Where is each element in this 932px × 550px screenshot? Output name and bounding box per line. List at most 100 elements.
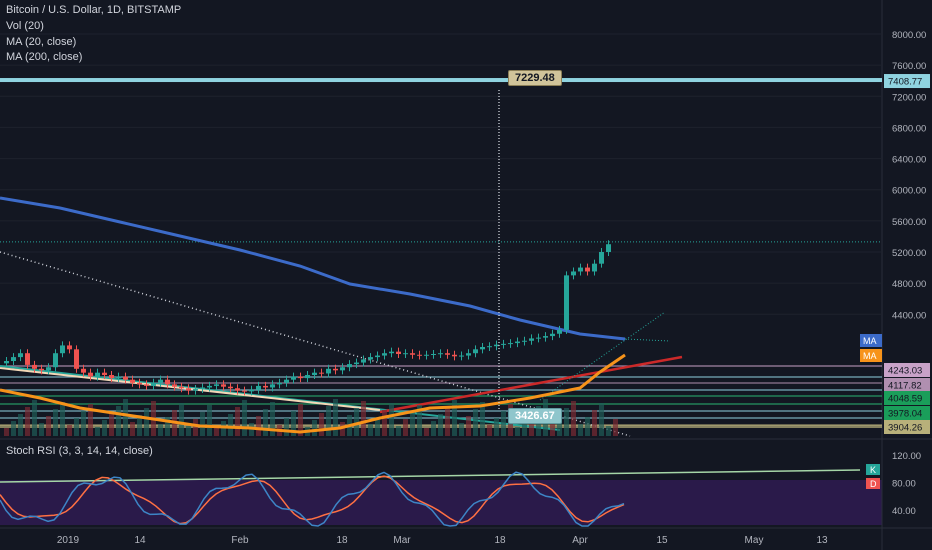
candle [445,353,450,355]
volume-bar [214,428,219,436]
callout-top: 7229.48 [508,70,562,86]
candle [200,387,205,390]
candle [151,382,156,386]
candle [144,384,149,386]
resistance-line [0,78,882,83]
candle [221,384,226,387]
volume-bar [494,418,499,436]
candle [74,349,79,369]
candle [382,353,387,356]
candle [564,275,569,330]
rsi-tick-label: 80.00 [892,479,916,490]
candle [130,379,135,383]
candle [319,372,324,374]
volume-bar [179,403,184,436]
volume-bar [466,416,471,436]
volume-bar [361,401,366,436]
volume-bar [319,413,324,436]
volume-bar [186,426,191,436]
volume-bar [326,406,331,436]
volume-bar [515,427,520,436]
volume-bar [32,400,37,436]
volume-bar [46,416,51,436]
y-tick-label: 8000.00 [892,30,926,41]
candle [522,340,527,342]
candle [137,382,142,385]
candle [277,382,282,385]
price-chart[interactable]: 8000.00 7600.00 7200.00 6800.00 6400.00 6000.… [0,0,932,550]
candle [424,354,429,356]
candle [543,336,548,338]
x-tick-label: 14 [134,535,146,546]
candle [431,353,436,355]
candle [109,375,114,379]
candle [557,329,562,334]
volume-bar [368,424,373,436]
candle [235,388,240,391]
volume-bar [403,419,408,436]
volume-bar [438,414,443,436]
candle [459,355,464,357]
candle [403,353,408,355]
chart-background [0,0,932,550]
candle [249,389,254,392]
y-tick-label: 4800.00 [892,279,926,290]
volume-bar [550,422,555,436]
volume-bar [571,401,576,436]
candle [186,388,191,391]
rsi-tag-label: K [870,465,876,475]
rsi-tick-label: 40.00 [892,506,916,517]
y-tick-label: 6000.00 [892,186,926,197]
candle [193,389,198,391]
candle [11,357,16,361]
candle [375,355,380,358]
volume-bar [263,409,268,436]
volume-bar [60,402,65,436]
candle [95,372,100,377]
volume-bar [158,424,163,436]
candle [305,375,310,379]
y-tick-label: 5200.00 [892,248,926,259]
candle [452,354,457,357]
candle [46,367,51,371]
y-tick-label: 6400.00 [892,155,926,166]
candle [81,368,86,373]
price-label-text: 4243.03 [888,366,922,377]
volume-bar [116,406,121,436]
candle [592,263,597,272]
candle [39,368,44,371]
volume-bar [284,418,289,436]
stoch-rsi-title: Stoch RSI (3, 3, 14, 14, close) [6,445,153,457]
volume-bar [578,424,583,436]
volume-bar [193,419,198,436]
rsi-tag-label: D [870,479,877,489]
volume-bar [389,403,394,436]
volume-bar [333,399,338,436]
candle [515,341,520,344]
candle [116,376,121,379]
volume-bar [123,399,128,436]
volume-bar [67,425,72,436]
candle [480,346,485,350]
y-tick-label: 7200.00 [892,92,926,103]
candle [256,385,261,390]
volume-bar [207,405,212,436]
candle [487,346,492,348]
x-tick-label: 2019 [57,535,80,546]
volume-bar [599,403,604,436]
x-tick-label: Mar [393,535,411,546]
candle [165,379,170,385]
legend-volume: Vol (20) [6,20,44,32]
candle [389,351,394,354]
candle [207,385,212,388]
callout-bottom: 3426.67 [508,408,562,424]
volume-bar [501,411,506,436]
candle [578,267,583,272]
candle [291,376,296,380]
candle [585,267,590,272]
candle [172,384,177,387]
candle [508,343,513,345]
candle [410,353,415,355]
candle [368,357,373,360]
price-label-text: 7408.77 [888,77,922,88]
